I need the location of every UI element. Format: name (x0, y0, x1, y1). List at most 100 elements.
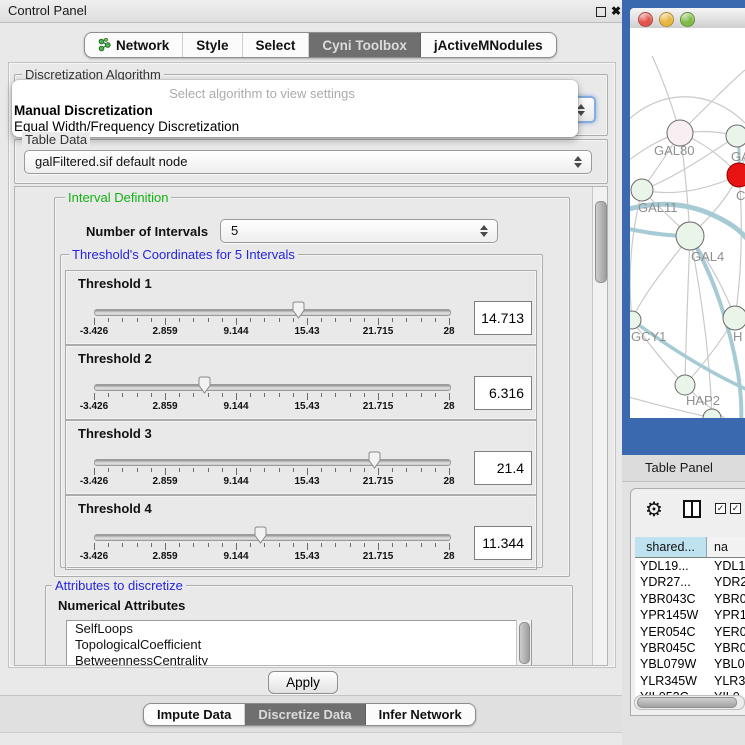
network-node-gal4[interactable] (676, 222, 704, 250)
network-edge (630, 97, 745, 123)
node-attribute-table: shared... na YDL19...YDL1YDR27...YDR2YBR… (635, 537, 745, 697)
table-row-cell[interactable]: YLR345W (640, 673, 706, 689)
column-header-name[interactable]: na (707, 537, 745, 558)
table-row-cell[interactable]: YBL079W (640, 656, 706, 672)
table-horizontal-scrollbar-thumb[interactable] (637, 697, 737, 708)
table-row-cell[interactable]: YBL0 (714, 656, 745, 672)
list-item[interactable]: SelfLoops (67, 621, 531, 637)
algorithm-option-manual-discretization[interactable]: Manual Discretization (14, 103, 153, 118)
network-window-titlebar[interactable] (630, 8, 745, 29)
threshold-value-field[interactable]: 11.344 (474, 526, 532, 560)
threshold-slider-track[interactable] (94, 534, 451, 541)
zoom-light[interactable] (680, 12, 695, 27)
slider-tick (222, 543, 223, 547)
close-light[interactable] (638, 12, 653, 27)
slider-tick (364, 543, 365, 547)
table-row-cell[interactable]: YBR043C (640, 591, 706, 607)
checkbox-icon[interactable]: ✓ (730, 503, 741, 514)
tab-infer-network[interactable]: Infer Network (366, 704, 475, 725)
threshold-label: Threshold 1 (78, 276, 152, 291)
tab-style[interactable]: Style (183, 33, 242, 57)
network-node-ga[interactable] (726, 125, 745, 147)
slider-tick (335, 543, 336, 547)
tab-impute-data[interactable]: Impute Data (144, 704, 245, 725)
close-icon[interactable]: ✖ (611, 2, 621, 20)
checkbox-icon[interactable]: ✓ (715, 503, 726, 514)
table-row-cell[interactable]: YBR045C (640, 640, 706, 656)
table-row-cell[interactable]: YLR3 (714, 673, 745, 689)
tab-discretize-data[interactable]: Discretize Data (245, 704, 365, 725)
threshold-slider-thumb[interactable] (253, 526, 268, 544)
slider-tick-label: 2.859 (152, 401, 177, 412)
network-node-hap2[interactable] (675, 375, 695, 395)
threshold-slider-track[interactable] (94, 384, 451, 391)
slider-tick-label: 28 (443, 326, 454, 337)
slider-tick (250, 543, 251, 547)
table-row-cell[interactable]: YBR0 (714, 591, 745, 607)
settings-scrollbar[interactable] (592, 187, 608, 665)
split-columns-icon[interactable] (683, 500, 701, 518)
slider-tick-label: 9.144 (223, 551, 248, 562)
tab-infer-network-label: Infer Network (379, 707, 462, 722)
network-node-gal11[interactable] (631, 179, 653, 201)
slider-tick (165, 543, 166, 550)
slider-tick (335, 393, 336, 397)
network-node-c[interactable] (727, 163, 745, 187)
float-window-icon[interactable] (596, 7, 606, 17)
column-header-shared-name[interactable]: shared... (635, 537, 707, 558)
network-node-h[interactable] (723, 306, 745, 330)
list-item[interactable]: BetweennessCentrality (67, 653, 531, 666)
attributes-list-scrollbar-thumb[interactable] (519, 622, 530, 664)
tab-network[interactable]: Network (85, 33, 183, 57)
threshold-value-field[interactable]: 14.713 (474, 301, 532, 335)
threshold-slider-track[interactable] (94, 309, 451, 316)
slider-tick (364, 318, 365, 322)
threshold-slider-thumb[interactable] (367, 451, 382, 469)
control-panel-titlebar[interactable]: Control Panel ✖ (0, 0, 622, 23)
network-node-label: C (736, 188, 745, 203)
tab-select[interactable]: Select (243, 33, 310, 57)
tab-discretize-data-label: Discretize Data (258, 707, 351, 722)
network-canvas[interactable]: GAL80GACGAL11GAL4GCY1HHAP2 (630, 28, 745, 418)
number-of-intervals-select[interactable]: 5 (220, 219, 498, 243)
settings-gear-icon[interactable]: ⚙ (645, 497, 663, 522)
table-data-select[interactable]: galFiltered.sif default node (24, 150, 592, 174)
threshold-slider-thumb[interactable] (197, 376, 212, 394)
table-row-cell[interactable]: YER054C (640, 624, 706, 640)
table-row-cell[interactable]: YPR145W (640, 607, 706, 623)
slider-tick-label: 15.43 (294, 401, 319, 412)
network-node-label: GCY1 (631, 329, 666, 344)
tab-jactivemnodules-label: jActiveMNodules (434, 38, 543, 53)
list-item[interactable]: TopologicalCoefficient (67, 637, 531, 653)
network-node-label: GAL11 (638, 200, 678, 215)
table-row-cell[interactable]: YDL19... (640, 558, 706, 574)
application-root: Control Panel ✖ Network (0, 0, 745, 745)
slider-tick-label: 9.144 (223, 401, 248, 412)
table-row-cell[interactable]: YDL1 (714, 558, 745, 574)
slider-tick (165, 393, 166, 400)
table-row-cell[interactable]: YDR27... (640, 574, 706, 590)
slider-tick (350, 393, 351, 397)
threshold-value-field[interactable]: 6.316 (474, 376, 532, 410)
tab-jactivemnodules[interactable]: jActiveMNodules (421, 33, 556, 57)
table-row-cell[interactable]: YPR1 (714, 607, 745, 623)
table-horizontal-scrollbar[interactable] (634, 695, 745, 710)
threshold-slider-thumb[interactable] (291, 301, 306, 319)
settings-scrollbar-thumb[interactable] (595, 201, 607, 283)
table-panel-titlebar[interactable]: Table Panel (622, 455, 745, 482)
network-node[interactable] (703, 409, 721, 418)
table-row-cell[interactable]: YDR2 (714, 574, 745, 590)
table-row-cell[interactable]: YER0 (714, 624, 745, 640)
tab-cyni-toolbox[interactable]: Cyni Toolbox (309, 33, 421, 57)
numerical-attributes-list[interactable]: SelfLoopsTopologicalCoefficientBetweenne… (66, 620, 532, 666)
table-row-cell[interactable]: YBR0 (714, 640, 745, 656)
apply-button[interactable]: Apply (268, 671, 338, 694)
network-node-label: GA (731, 149, 745, 164)
slider-tick (392, 543, 393, 547)
attributes-list-scrollbar[interactable] (516, 620, 531, 666)
threshold-value-field[interactable]: 21.4 (474, 451, 532, 485)
slider-tick (321, 543, 322, 547)
threshold-slider-track[interactable] (94, 459, 451, 466)
slider-tick (392, 468, 393, 472)
minimize-light[interactable] (659, 12, 674, 27)
